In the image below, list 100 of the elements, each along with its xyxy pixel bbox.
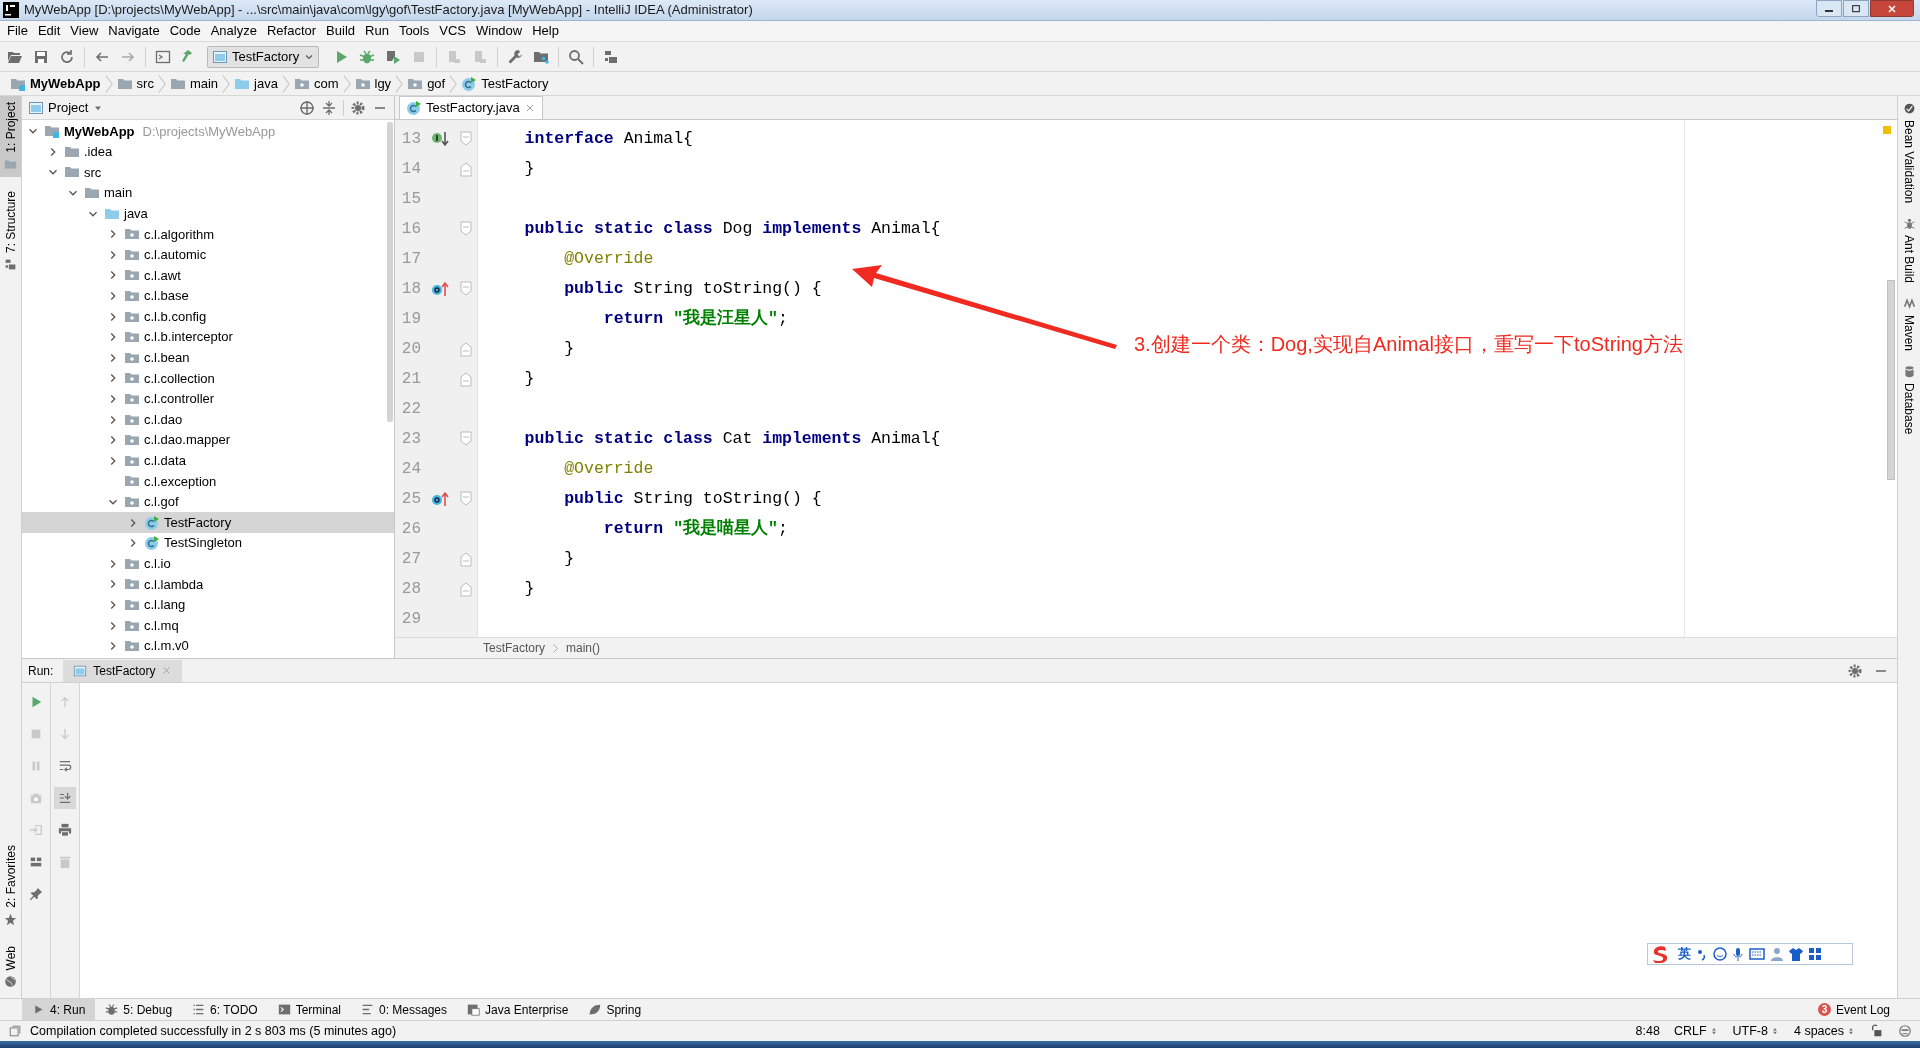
check-badge-icon	[1902, 102, 1916, 115]
tree-item[interactable]: c.l.m.v0	[22, 635, 394, 657]
run-tab[interactable]: TestFactory	[63, 659, 183, 682]
tool-window-tab[interactable]: Web	[0, 939, 21, 994]
tree-item[interactable]: main	[22, 182, 394, 204]
menu-item[interactable]: Navigate	[103, 21, 165, 41]
event-log-tab[interactable]: 3 Event Log	[1817, 1000, 1890, 1019]
override-icon[interactable]	[431, 281, 449, 297]
tool-window-tab[interactable]: Database	[1900, 365, 1918, 435]
line-separator-selector[interactable]: CRLF	[1673, 1021, 1719, 1041]
settings-icon[interactable]	[1847, 662, 1863, 679]
tree-item[interactable]: c.l.awt	[22, 265, 394, 286]
lock-icon[interactable]	[1870, 1024, 1884, 1038]
breadcrumb-item[interactable]: lgy	[352, 72, 394, 95]
menu-item[interactable]: Window	[470, 21, 528, 41]
menu-item[interactable]: Code	[164, 21, 206, 41]
tree-item[interactable]: c.l.exception	[22, 471, 394, 492]
tree-item[interactable]: c.l.collection	[22, 368, 394, 389]
microphone-icon[interactable]	[1732, 947, 1744, 961]
caret-position[interactable]: 8:48	[1635, 1021, 1660, 1041]
tree-item[interactable]: c.l.bean	[22, 347, 394, 369]
tool-window-tab[interactable]: Maven	[1900, 297, 1918, 352]
tree-item[interactable]: c.l.b.interceptor	[22, 326, 394, 348]
tree-item[interactable]: c.l.io	[22, 553, 394, 575]
menu-item[interactable]: Edit	[32, 21, 66, 41]
tool-window-tab[interactable]: Terminal	[267, 999, 351, 1020]
tool-window-tab[interactable]: 5: Debug	[95, 999, 183, 1020]
tree-item[interactable]: c.l.base	[22, 285, 394, 307]
breadcrumb-item[interactable]: src	[114, 72, 156, 95]
emoji-icon[interactable]	[1713, 947, 1727, 961]
locate-icon[interactable]	[299, 99, 315, 116]
tool-window-tab[interactable]: 2: Favorites	[0, 838, 21, 932]
tree-item[interactable]: c.l.mq	[22, 615, 394, 636]
tree-item[interactable]: src	[22, 162, 394, 183]
tree-item[interactable]: c.l.b.config	[22, 306, 394, 327]
tree-item[interactable]: c.l.gof	[22, 491, 394, 513]
grid-icon[interactable]	[1808, 947, 1822, 961]
tool-window-tab[interactable]: 7: Structure	[0, 184, 21, 277]
tree-item[interactable]: c.l.controller	[22, 388, 394, 410]
tree-item[interactable]: c.l.dao	[22, 409, 394, 430]
tree-item[interactable]: MyWebApp D:\projects\MyWebApp	[22, 121, 394, 142]
breadcrumb-item[interactable]: main	[167, 72, 221, 95]
menu-item[interactable]: Analyze	[205, 21, 262, 41]
keyboard-icon[interactable]	[1749, 948, 1765, 960]
menu-item[interactable]: VCS	[434, 21, 471, 41]
tool-window-tab[interactable]: Spring	[578, 999, 652, 1020]
tool-window-tab[interactable]: 1: Project	[0, 96, 21, 177]
tree-item[interactable]: TestFactory	[22, 512, 394, 533]
menu-item[interactable]: File	[2, 21, 33, 41]
tree-item[interactable]: TestSingleton	[22, 532, 394, 554]
tree-item[interactable]: java	[22, 203, 394, 224]
minimize-button[interactable]	[1816, 0, 1842, 17]
menu-item[interactable]: Build	[321, 21, 360, 41]
tree-item[interactable]: c.l.automic	[22, 244, 394, 266]
breadcrumb-item[interactable]: TestFactory	[483, 639, 545, 657]
collapse-icon[interactable]	[321, 99, 337, 116]
override-icon[interactable]	[431, 491, 449, 507]
tool-window-tab[interactable]: Ant Build	[1900, 217, 1918, 284]
menu-item[interactable]: Tools	[393, 21, 435, 41]
close-button[interactable]	[1870, 0, 1914, 17]
line-number: 20	[400, 339, 421, 360]
tree-item[interactable]: .idea	[22, 141, 394, 163]
input-mode[interactable]: 英	[1678, 944, 1691, 964]
editor-tab[interactable]: TestFactory.java	[399, 96, 543, 119]
menu-item[interactable]: Help	[527, 21, 564, 41]
tree-item[interactable]: c.l.dao.mapper	[22, 429, 394, 451]
breadcrumb-item[interactable]: main()	[566, 639, 601, 657]
breadcrumb-item[interactable]: java	[232, 72, 280, 95]
shirt-icon[interactable]	[1789, 947, 1803, 961]
user-icon[interactable]	[1770, 947, 1784, 961]
implemented-icon[interactable]	[431, 131, 449, 147]
menu-item[interactable]: View	[65, 21, 104, 41]
scrollbar-thumb[interactable]	[387, 122, 393, 422]
tree-item[interactable]: c.l.algorithm	[22, 223, 394, 245]
panel-toggle-icon[interactable]	[8, 1024, 22, 1038]
tree-item[interactable]: c.l.lang	[22, 594, 394, 616]
menu-item[interactable]: Run	[360, 21, 394, 41]
tool-window-tab[interactable]: 4: Run	[22, 999, 96, 1020]
indent-selector[interactable]: 4 spaces	[1793, 1021, 1856, 1041]
folder-icon	[4, 157, 17, 171]
inspector-icon[interactable]	[1898, 1024, 1912, 1038]
tree-item[interactable]: c.l.lambda	[22, 574, 394, 595]
view-dropdown[interactable]: Project	[48, 97, 105, 118]
scroll-end-button[interactable]	[54, 787, 76, 809]
run-config-dropdown[interactable]: TestFactory	[207, 45, 319, 68]
tool-window-tab[interactable]: Java Enterprise	[457, 999, 579, 1020]
tool-window-tab[interactable]: Bean Validation	[1900, 102, 1918, 204]
maximize-button[interactable]	[1843, 0, 1869, 17]
breadcrumb-item[interactable]: TestFactory	[459, 72, 551, 95]
menu-item[interactable]: Refactor	[261, 21, 322, 41]
punctuation-icon[interactable]	[1696, 947, 1708, 961]
breadcrumb-item[interactable]: gof	[405, 72, 448, 95]
tool-window-tab[interactable]: 0: Messages	[351, 999, 458, 1020]
tool-window-tab[interactable]: 6: TODO	[182, 999, 268, 1020]
breadcrumb-item[interactable]: com	[291, 72, 341, 95]
tree-item[interactable]: c.l.data	[22, 450, 394, 472]
encoding-selector[interactable]: UTF-8	[1732, 1021, 1780, 1041]
scrollbar-thumb[interactable]	[1887, 280, 1895, 480]
breadcrumb-item[interactable]: MyWebApp	[8, 72, 103, 95]
settings-icon[interactable]	[350, 99, 366, 116]
